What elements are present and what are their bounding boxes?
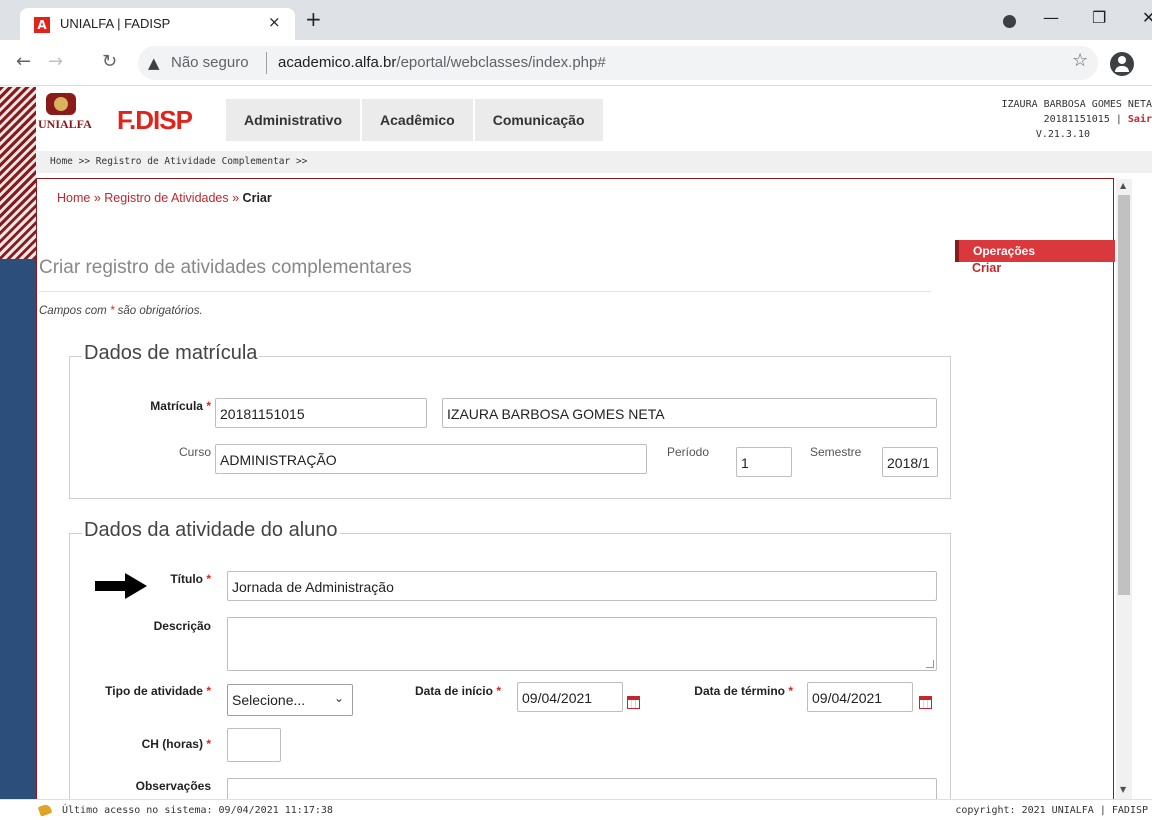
page-title: Criar registro de atividades complementa… — [39, 257, 412, 278]
new-tab-icon[interactable]: + — [305, 9, 322, 29]
required-note-text: Campos com — [39, 305, 110, 317]
periodo-label: Período — [667, 445, 710, 459]
not-secure-label[interactable]: Não seguro — [171, 54, 249, 71]
url-host: academico.alfa.br — [278, 54, 397, 71]
forward-icon[interactable]: → — [48, 51, 63, 72]
restore-icon[interactable]: ❐ — [1092, 8, 1106, 27]
breadcrumb: Home » Registro de Atividades » Criar — [57, 191, 272, 205]
title-divider — [39, 291, 931, 292]
semestre-input[interactable]: 2018/1 — [882, 447, 938, 477]
user-name: IZAURA BARBOSA GOMES NETA — [1001, 99, 1152, 110]
required-note-tail: são obrigatórios. — [114, 305, 203, 317]
student-name-input[interactable]: IZAURA BARBOSA GOMES NETA — [442, 398, 937, 428]
data-termino-input[interactable]: 09/04/2021 — [807, 682, 913, 712]
back-icon[interactable]: ← — [16, 51, 31, 72]
required-asterisk: * — [496, 684, 501, 698]
browser-menu-icon[interactable] — [1003, 15, 1016, 28]
fadisp-logo[interactable]: F.DISP — [117, 105, 193, 136]
vertical-scrollbar[interactable]: ▲ ▼ — [1116, 179, 1132, 799]
status-bar: Último acesso no sistema: 09/04/2021 11:… — [0, 799, 1152, 820]
calendar-icon[interactable] — [627, 696, 640, 709]
chevron-down-icon: ⌄ — [333, 691, 344, 705]
matricula-label: Matrícula * — [131, 399, 211, 413]
operations-heading: Operações — [955, 240, 1115, 262]
top-navigation: Administrativo Acadêmico Comunicação — [226, 99, 605, 141]
breadcrumb-current: Criar — [242, 191, 272, 205]
observacoes-label: Observações — [135, 779, 211, 793]
close-window-icon[interactable]: ✕ — [1142, 8, 1152, 27]
tab-close-icon[interactable]: × — [268, 13, 281, 31]
required-asterisk: * — [206, 684, 211, 698]
curso-input[interactable]: ADMINISTRAÇÃO — [215, 444, 647, 474]
scroll-up-icon[interactable]: ▲ — [1120, 181, 1126, 190]
copyright-text: copyright: 2021 UNIALFA | FADISP — [955, 805, 1148, 816]
scroll-down-icon[interactable]: ▼ — [1120, 785, 1126, 794]
tipo-atividade-label: Tipo de atividade * — [77, 684, 211, 698]
required-asterisk: * — [206, 572, 211, 586]
breadcrumb-registro[interactable]: Registro de Atividades — [104, 191, 228, 205]
bookmark-star-icon[interactable]: ☆ — [1072, 50, 1088, 71]
nav-academico[interactable]: Acadêmico — [362, 99, 473, 141]
data-inicio-input[interactable]: 09/04/2021 — [517, 682, 623, 712]
curso-label: Curso — [178, 445, 211, 459]
matricula-input[interactable]: 20181151015 — [215, 398, 427, 428]
nav-comunicacao[interactable]: Comunicação — [474, 99, 603, 141]
tipo-selected-value: Selecione... — [232, 692, 306, 708]
calendar-icon[interactable] — [919, 696, 932, 709]
ch-label-text: CH (horas) — [141, 737, 203, 751]
arrow-right-icon — [95, 573, 147, 599]
logout-link[interactable]: Sair — [1128, 114, 1152, 125]
user-info: IZAURA BARBOSA GOMES NETA 20181151015 | … — [852, 97, 1152, 142]
last-access-icon — [37, 803, 53, 817]
left-stripe-pattern — [0, 87, 36, 259]
titulo-label-text: Título — [170, 572, 203, 586]
resize-grip-icon[interactable] — [926, 660, 934, 668]
top-breadcrumb[interactable]: Home >> Registro de Atividade Complement… — [36, 151, 1152, 173]
scrollbar-thumb[interactable] — [1118, 195, 1130, 595]
browser-toolbar: ← → ↻ ▲ Não seguro academico.alfa.br/epo… — [0, 40, 1152, 86]
browser-tab[interactable]: A UNIALFA | FADISP × — [20, 8, 295, 40]
user-id: 20181151015 — [1043, 114, 1110, 125]
breadcrumb-home[interactable]: Home — [57, 191, 90, 205]
descricao-label: Descrição — [153, 619, 211, 633]
unialfa-logo[interactable]: UNIALFA — [38, 117, 92, 132]
nav-administrativo[interactable]: Administrativo — [226, 99, 361, 141]
termino-label-text: Data de término — [694, 684, 785, 698]
required-asterisk: * — [206, 737, 211, 751]
required-asterisk: * — [206, 399, 211, 413]
favicon-icon: A — [34, 17, 50, 33]
inicio-label-text: Data de início — [414, 684, 493, 698]
required-asterisk: * — [788, 684, 793, 698]
descricao-textarea[interactable] — [227, 617, 937, 671]
tipo-atividade-select[interactable]: Selecione... ⌄ — [227, 684, 353, 716]
url-path: /eportal/webclasses/index.php# — [396, 54, 606, 71]
unialfa-seal-icon — [46, 93, 76, 115]
tab-title: UNIALFA | FADISP — [60, 16, 171, 31]
profile-avatar-icon[interactable] — [1110, 52, 1134, 76]
required-fields-note: Campos com * são obrigatórios. — [39, 305, 203, 317]
browser-tabstrip: A UNIALFA | FADISP × + — ❐ ✕ — [0, 0, 1152, 40]
periodo-input[interactable]: 1 — [736, 447, 792, 477]
ch-horas-label: CH (horas) * — [107, 737, 211, 751]
url-divider — [266, 52, 267, 74]
data-termino-label: Data de término * — [667, 684, 793, 698]
version-label: V.21.3.10 — [1035, 129, 1090, 140]
enrollment-legend: Dados de matrícula — [82, 342, 260, 365]
activity-legend: Dados da atividade do aluno — [82, 519, 340, 542]
reload-icon[interactable]: ↻ — [102, 51, 117, 72]
last-access-text: Último acesso no sistema: 09/04/2021 11:… — [62, 805, 333, 816]
create-link[interactable]: Criar — [972, 261, 1001, 275]
minimize-icon[interactable]: — — [1043, 8, 1059, 27]
main-content: Home » Registro de Atividades » Criar Cr… — [36, 178, 1115, 813]
ch-horas-input[interactable] — [227, 728, 281, 762]
data-inicio-label: Data de início * — [387, 684, 501, 698]
url-text[interactable]: academico.alfa.br/eportal/webclasses/ind… — [278, 54, 606, 71]
web-page: UNIALFA F.DISP Administrativo Acadêmico … — [0, 87, 1152, 813]
matricula-label-text: Matrícula — [150, 399, 203, 413]
address-bar[interactable]: ▲ Não seguro academico.alfa.br/eportal/w… — [138, 46, 1098, 80]
warning-icon[interactable]: ▲ — [148, 54, 160, 72]
tipo-label-text: Tipo de atividade — [105, 684, 203, 698]
semestre-label: Semestre — [810, 445, 862, 459]
titulo-input[interactable]: Jornada de Administração — [227, 571, 937, 601]
